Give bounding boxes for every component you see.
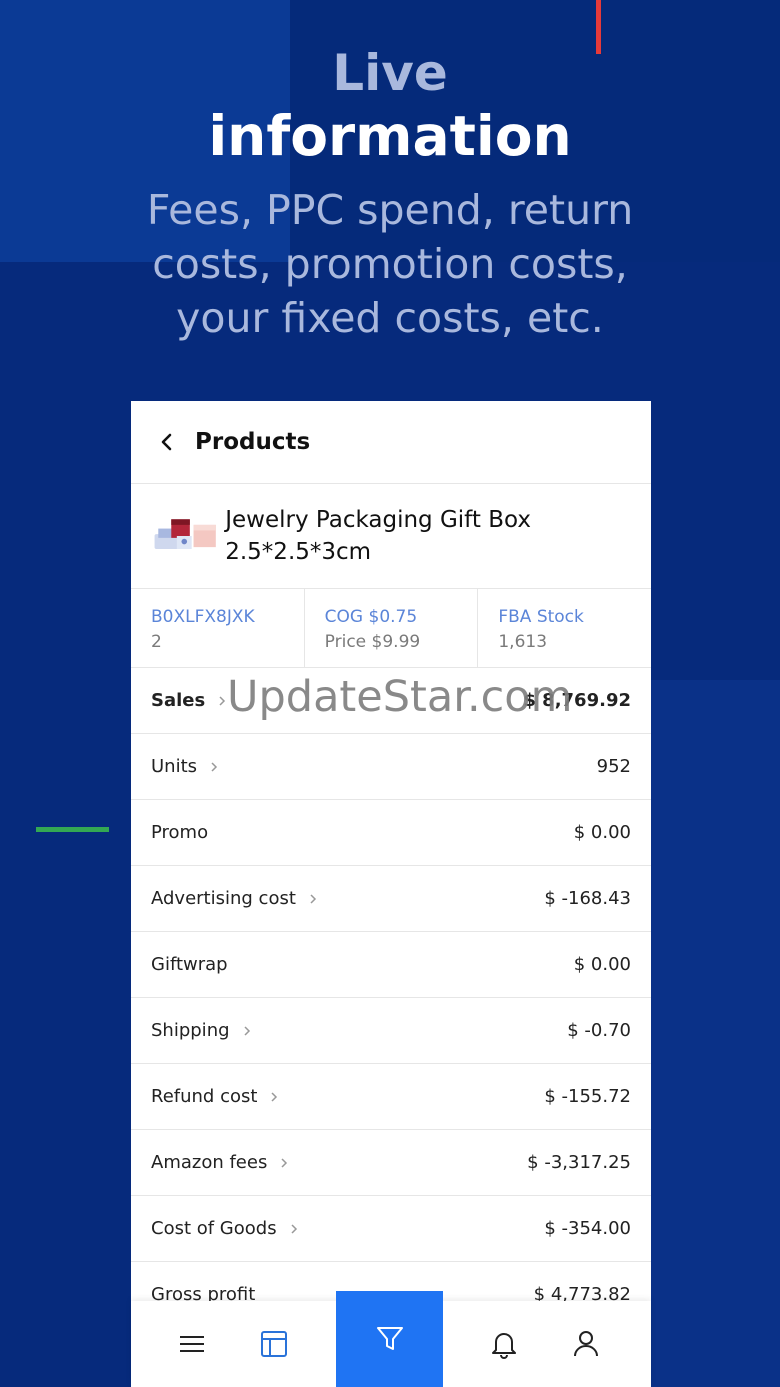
product-card: Jewelry Packaging Gift Box 2.5*2.5*3cm [131, 484, 651, 589]
stat-fba-value: 1,613 [498, 632, 548, 652]
row-value: $ 0.00 [573, 822, 631, 843]
filter-icon [376, 1327, 403, 1350]
nav-dashboard[interactable] [233, 1301, 315, 1387]
row-value: $ -354.00 [544, 1218, 631, 1239]
chevron-right-icon [310, 893, 316, 904]
row-value: $ 0.00 [573, 954, 631, 975]
row-label: Amazon fees [151, 1152, 268, 1173]
row-promo: Promo $ 0.00 [131, 800, 651, 866]
stat-fba-label: FBA Stock [498, 607, 584, 627]
row-label: Advertising cost [151, 888, 296, 909]
row-advertising-cost[interactable]: Advertising cost $ -168.43 [131, 866, 651, 932]
row-label: Refund cost [151, 1086, 258, 1107]
row-label: Cost of Goods [151, 1218, 277, 1239]
decorative-green-line [36, 827, 109, 832]
row-shipping[interactable]: Shipping $ -0.70 [131, 998, 651, 1064]
row-label: Promo [151, 822, 209, 843]
watermark: UpdateStar.com [227, 672, 573, 722]
nav-profile[interactable] [545, 1301, 627, 1387]
app-screen: Products Jewelry Packaging Gift Box 2.5*… [131, 401, 651, 1387]
stat-asin-value: 2 [151, 632, 162, 652]
promo-title-line2: information [208, 104, 572, 168]
app-header: Products [131, 401, 651, 484]
stat-asin[interactable]: B0XLFX8JXK 2 [131, 589, 305, 667]
stat-asin-label: B0XLFX8JXK [151, 607, 255, 627]
stat-price-value: Price $9.99 [324, 632, 421, 652]
row-label: Giftwrap [151, 954, 228, 975]
stat-fba-stock[interactable]: FBA Stock 1,613 [478, 589, 651, 667]
row-value: $ -3,317.25 [527, 1152, 631, 1173]
promo-subtitle: Fees, PPC spend, return costs, promotion… [146, 186, 634, 342]
nav-notifications[interactable] [463, 1301, 545, 1387]
chevron-right-icon [211, 761, 218, 772]
product-thumbnail [154, 519, 216, 549]
row-value: 952 [596, 756, 631, 777]
page-title: Products [195, 429, 311, 455]
background-block [650, 680, 780, 1387]
dashboard-icon [261, 1331, 287, 1357]
stat-cog[interactable]: COG $0.75 Price $9.99 [305, 589, 479, 667]
chevron-right-icon [281, 1157, 288, 1168]
chevron-right-icon [271, 1091, 278, 1102]
row-units[interactable]: Units 952 [131, 734, 651, 800]
back-icon[interactable] [155, 430, 179, 454]
product-name: Jewelry Packaging Gift Box 2.5*2.5*3cm [225, 507, 531, 565]
row-label: Shipping [151, 1020, 230, 1041]
promo-title-line1: Live [332, 44, 448, 102]
row-label: Sales [151, 690, 206, 711]
menu-icon [180, 1336, 204, 1352]
row-refund-cost[interactable]: Refund cost $ -155.72 [131, 1064, 651, 1130]
chevron-right-icon [291, 1223, 297, 1234]
bell-icon [492, 1333, 516, 1359]
row-cost-of-goods[interactable]: Cost of Goods $ -354.00 [131, 1196, 651, 1262]
row-value: $ -168.43 [544, 888, 631, 909]
user-icon [574, 1331, 598, 1357]
stat-cog-label: COG $0.75 [324, 607, 418, 627]
row-value: $ -155.72 [544, 1086, 631, 1107]
row-value: $ -0.70 [567, 1020, 631, 1041]
product-stats: B0XLFX8JXK 2 COG $0.75 Price $9.99 FBA S… [131, 589, 651, 668]
chevron-right-icon [244, 1025, 250, 1036]
nav-filter[interactable] [336, 1291, 443, 1387]
bottom-navigation [131, 1291, 651, 1387]
row-label: Units [151, 756, 198, 777]
row-amazon-fees[interactable]: Amazon fees $ -3,317.25 [131, 1130, 651, 1196]
nav-menu[interactable] [151, 1301, 233, 1387]
row-giftwrap: Giftwrap $ 0.00 [131, 932, 651, 998]
